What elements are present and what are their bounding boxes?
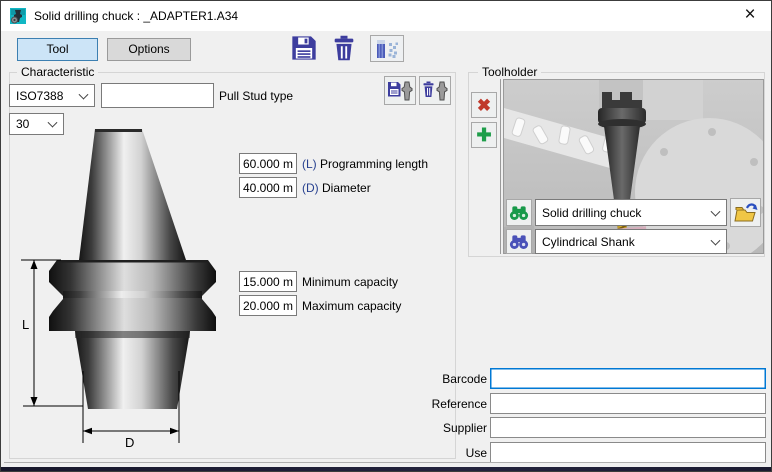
chevron-down-icon — [79, 89, 89, 99]
supplier-input[interactable] — [490, 417, 766, 438]
save-button[interactable] — [290, 34, 318, 62]
shank-type-select[interactable]: Cylindrical Shank — [535, 229, 727, 254]
save-holder-icon — [387, 81, 413, 101]
reference-input[interactable] — [490, 393, 766, 414]
search-shank-button[interactable] — [506, 229, 532, 254]
shank-type-value: Cylindrical Shank — [542, 235, 635, 249]
toolholder-group-label: Toolholder — [478, 65, 541, 79]
remove-icon: ✖ — [477, 97, 491, 114]
holder-type-value: Solid drilling chuck — [542, 206, 641, 220]
pull-stud-label: Pull Stud type — [219, 89, 293, 103]
reference-label: Reference — [421, 397, 487, 411]
use-input[interactable] — [490, 442, 766, 463]
pull-stud-input[interactable] — [101, 83, 214, 108]
delete-button[interactable] — [330, 34, 358, 62]
save-icon — [290, 34, 318, 62]
binoculars-green-icon — [509, 205, 529, 221]
toolholder-preview-image — [503, 79, 764, 254]
barcode-label: Barcode — [421, 372, 487, 386]
toolholder-divider — [500, 79, 501, 254]
search-holder-button[interactable] — [506, 199, 532, 226]
tool-assembly-button[interactable] — [370, 35, 404, 62]
tool-editor-dialog: Solid drilling chuck : _ADAPTER1.A34 × T… — [0, 0, 772, 472]
chevron-down-icon — [711, 206, 721, 216]
standard-select[interactable]: ISO7388 — [9, 84, 95, 107]
dim-length-label: L — [22, 317, 29, 332]
dim-diameter-label: D — [125, 435, 134, 450]
characteristic-group-label: Characteristic — [17, 65, 98, 79]
open-folder-icon — [734, 202, 758, 224]
tab-tool[interactable]: Tool — [17, 38, 98, 61]
add-holder-button[interactable]: ✚ — [471, 122, 497, 148]
min-capacity-label: Minimum capacity — [302, 275, 398, 289]
binoculars-blue-icon — [509, 234, 529, 250]
remove-holder-button[interactable]: ✖ — [471, 92, 497, 118]
max-capacity-label: Maximum capacity — [302, 299, 401, 313]
holder-type-select[interactable]: Solid drilling chuck — [535, 199, 727, 226]
title-bar: Solid drilling chuck : _ADAPTER1.A34 × — [1, 1, 771, 31]
tool-assembly-icon — [374, 38, 400, 60]
standard-select-value: ISO7388 — [16, 89, 63, 103]
barcode-input[interactable] — [490, 368, 766, 389]
delete-holder-icon — [422, 81, 448, 101]
close-button[interactable]: × — [729, 1, 771, 31]
chevron-down-icon — [711, 235, 721, 245]
dialog-inner-frame-line — [4, 462, 766, 463]
tab-options[interactable]: Options — [107, 38, 191, 61]
window-title: Solid drilling chuck : _ADAPTER1.A34 — [34, 1, 238, 31]
use-label: Use — [421, 446, 487, 460]
trash-icon — [330, 34, 358, 62]
add-icon: ✚ — [476, 126, 491, 144]
delete-holder-button[interactable] — [419, 76, 451, 105]
programming-length-label: (L) Programming length — [302, 157, 428, 171]
save-holder-button[interactable] — [384, 76, 416, 105]
app-icon — [10, 8, 26, 24]
supplier-label: Supplier — [421, 421, 487, 435]
open-library-button[interactable] — [730, 198, 761, 227]
diameter-label: (D) Diameter — [302, 181, 371, 195]
background-window-edge — [1, 467, 772, 472]
tool-profile-drawing: L D — [9, 119, 249, 454]
